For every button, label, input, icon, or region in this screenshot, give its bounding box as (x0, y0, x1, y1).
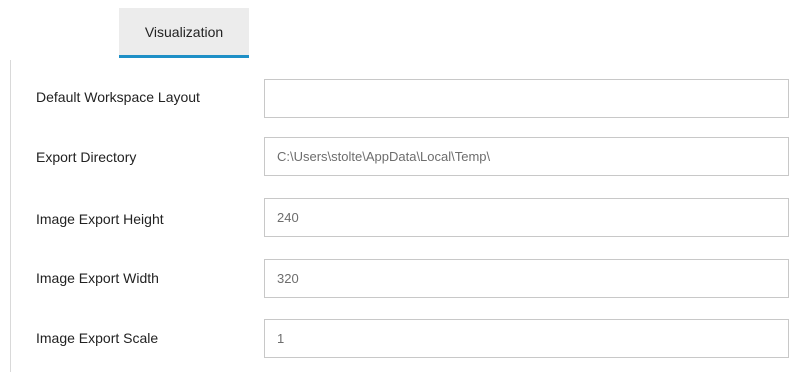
tab-visualization-label: Visualization (144, 23, 224, 40)
export-directory-field[interactable]: C:\Users\stolte\AppData\Local\Temp\ (264, 137, 789, 176)
image-export-height-field[interactable]: 240 (264, 198, 789, 237)
image-export-scale-label: Image Export Scale (36, 330, 159, 346)
export-directory-label: Export Directory (36, 149, 137, 165)
default-workspace-layout-label: Default Workspace Layout (36, 89, 200, 105)
tab-visualization[interactable]: Visualization (119, 8, 249, 58)
image-export-scale-field[interactable]: 1 (264, 319, 789, 358)
default-workspace-layout-field[interactable] (264, 79, 789, 118)
panel-left-border (10, 60, 11, 372)
image-export-height-label: Image Export Height (36, 211, 164, 227)
image-export-width-field[interactable]: 320 (264, 259, 789, 298)
image-export-width-label: Image Export Width (36, 270, 159, 286)
